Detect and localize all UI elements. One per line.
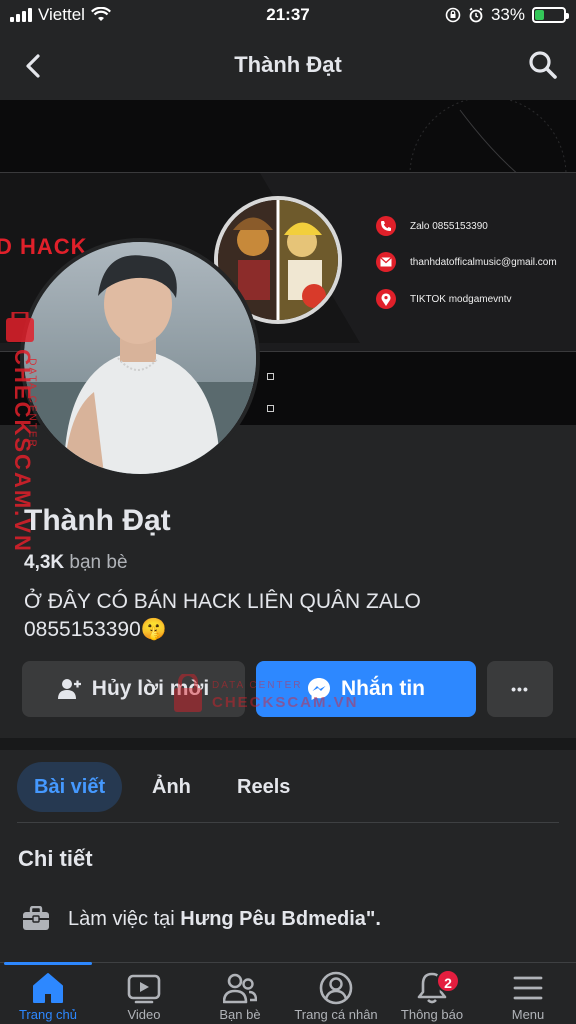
nav-label: Thông báo bbox=[400, 1007, 464, 1022]
nav-video[interactable]: Video bbox=[96, 963, 192, 1024]
mail-icon bbox=[376, 252, 396, 272]
contact-zalo: Zalo 0855153390 bbox=[376, 216, 488, 236]
work-place[interactable]: Hưng Pêu Bdmedia". bbox=[180, 908, 381, 930]
notification-badge: 2 bbox=[436, 969, 460, 993]
tab-divider bbox=[17, 822, 559, 823]
watermark-sub: DATA CENTER bbox=[26, 358, 38, 449]
nav-label: Menu bbox=[511, 1007, 545, 1022]
status-bar: Viettel 21:37 33% bbox=[0, 0, 576, 30]
profile-name: Thành Đạt bbox=[24, 504, 171, 537]
phone-icon bbox=[376, 216, 396, 236]
nav-label: Trang cá nhân bbox=[294, 1007, 378, 1022]
friends-count[interactable]: 4,3K bạn bè bbox=[24, 552, 128, 574]
search-icon bbox=[529, 51, 557, 79]
details-title: Chi tiết bbox=[18, 846, 93, 871]
home-icon bbox=[33, 973, 63, 1003]
detail-work-text: Làm việc tại Hưng Pêu Bdmedia". bbox=[68, 908, 381, 931]
battery-percent: 33% bbox=[490, 5, 525, 24]
video-icon bbox=[127, 974, 161, 1004]
tab-photos[interactable]: Ảnh bbox=[152, 762, 191, 812]
nav-profile[interactable]: Trang cá nhân bbox=[288, 963, 384, 1024]
nav-label: Trang chủ bbox=[18, 1007, 78, 1022]
menu-icon bbox=[513, 976, 543, 1000]
tab-label: Bài viết bbox=[34, 775, 106, 798]
rotation-lock-icon bbox=[445, 7, 461, 23]
nav-home[interactable]: Trang chủ bbox=[0, 963, 96, 1024]
profile-bio: Ở ĐÂY CÓ BÁN HACK LIÊN QUÂN ZALO 0855153… bbox=[24, 590, 421, 641]
contact-tiktok: TIKTOK modgamevntv bbox=[376, 289, 512, 309]
battery-icon bbox=[532, 7, 569, 23]
watermark-center: DATA CENTER CHECKSCAM.VN bbox=[172, 672, 372, 718]
status-right: 33% bbox=[445, 5, 569, 25]
nav-menu[interactable]: Menu bbox=[480, 963, 576, 1024]
more-options-button[interactable]: ••• bbox=[487, 661, 553, 717]
tab-label: Ảnh bbox=[152, 775, 191, 798]
nav-friends[interactable]: Bạn bè bbox=[192, 963, 288, 1024]
friends-number: 4,3K bbox=[24, 552, 65, 573]
nav-notifications[interactable]: 2 Thông báo bbox=[384, 963, 480, 1024]
briefcase-icon bbox=[23, 906, 49, 930]
friends-icon bbox=[223, 973, 257, 1004]
contact-text: Zalo 0855153390 bbox=[410, 220, 488, 232]
person-remove-icon bbox=[57, 679, 81, 699]
header: Thành Đạt bbox=[0, 30, 576, 100]
tab-posts[interactable]: Bài viết bbox=[17, 762, 123, 812]
contact-email: thanhdatofficalmusic@gmail.com bbox=[376, 252, 557, 272]
tab-label: Reels bbox=[237, 775, 291, 798]
tab-reels[interactable]: Reels bbox=[237, 762, 290, 812]
watermark-lock-icon bbox=[174, 674, 202, 712]
nav-label: Bạn bè bbox=[219, 1007, 261, 1022]
friends-label: bạn bè bbox=[69, 552, 128, 573]
watermark-center-brand: CHECKSCAM.VN bbox=[212, 694, 359, 711]
contact-text: TIKTOK modgamevntv bbox=[410, 293, 512, 305]
bottom-navigation: Trang chủ Video Bạn bè Trang cá nhân 2 T… bbox=[0, 962, 576, 1024]
detail-work: Làm việc tại Hưng Pêu Bdmedia". bbox=[22, 906, 381, 932]
cover-square-icon bbox=[267, 405, 274, 412]
more-icon: ••• bbox=[511, 681, 529, 697]
contact-text: thanhdatofficalmusic@gmail.com bbox=[410, 256, 557, 268]
watermark-center-sub: DATA CENTER bbox=[212, 680, 303, 691]
profile-picture[interactable] bbox=[20, 238, 260, 478]
cover-square-icon bbox=[267, 373, 274, 380]
section-divider bbox=[0, 738, 576, 750]
page-title: Thành Đạt bbox=[234, 52, 342, 77]
alarm-icon bbox=[469, 7, 483, 23]
location-icon bbox=[376, 289, 396, 309]
profile-icon bbox=[319, 971, 353, 1005]
battery-level bbox=[535, 10, 545, 20]
search-button[interactable] bbox=[526, 48, 560, 82]
nav-label: Video bbox=[127, 1007, 161, 1022]
work-prefix: Làm việc tại bbox=[68, 907, 181, 930]
